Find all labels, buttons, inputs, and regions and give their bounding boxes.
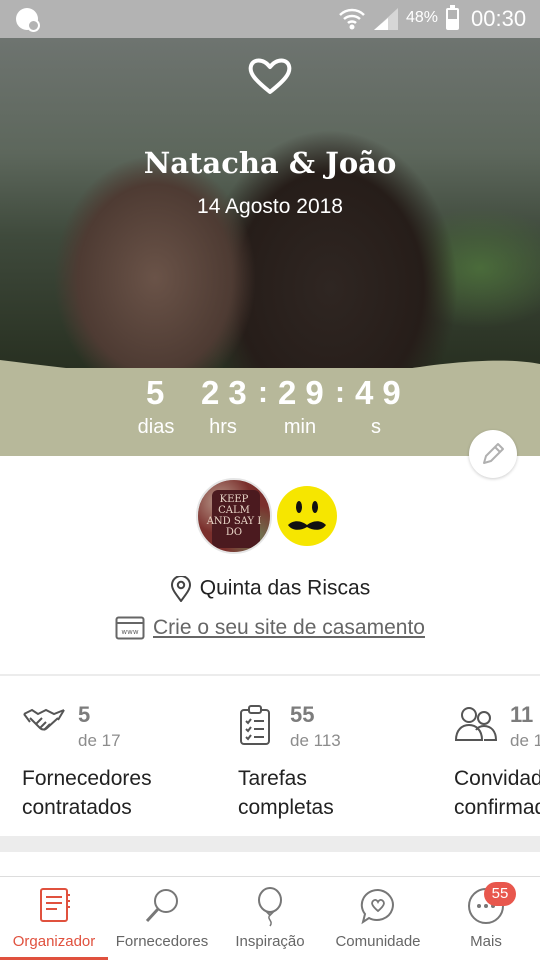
venue-name: Quinta das Riscas bbox=[199, 576, 371, 600]
nav-inspiration[interactable]: Inspiração bbox=[216, 877, 324, 960]
couple-names: Natacha & João bbox=[143, 146, 397, 180]
wedding-date: 14 Agosto 2018 bbox=[197, 195, 343, 218]
stat-label-line: Tarefas bbox=[238, 767, 307, 790]
stat-total: de 17 bbox=[78, 731, 121, 750]
hero-banner: Natacha & João 14 Agosto 2018 5 23 : 29 … bbox=[0, 38, 540, 456]
stat-total: de 1 bbox=[510, 731, 540, 750]
countdown-hours: 23 bbox=[201, 374, 256, 411]
countdown-separator: : bbox=[258, 376, 268, 409]
wifi-icon bbox=[339, 8, 365, 30]
notification-icon bbox=[16, 8, 40, 32]
clipboard-icon bbox=[240, 705, 270, 745]
stat-label: Fornecedores contratados bbox=[22, 764, 152, 822]
nav-community[interactable]: Comunidade bbox=[324, 877, 432, 960]
nav-organizer[interactable]: Organizador bbox=[0, 877, 108, 960]
create-website-link[interactable]: www Crie o seu site de casamento bbox=[0, 616, 540, 640]
wedding-info-card: KEEP CALM AND SAY I DO Quinta das Riscas… bbox=[0, 456, 540, 674]
stat-guests[interactable]: 11 de 1 Convidados confirmados bbox=[454, 676, 540, 836]
next-card-peek bbox=[0, 852, 540, 876]
nav-label: Comunidade bbox=[335, 933, 421, 950]
notification-badge: 55 bbox=[484, 882, 516, 906]
countdown-minutes: 29 bbox=[278, 374, 333, 411]
heart-icon bbox=[248, 58, 292, 94]
avatar-groom[interactable] bbox=[276, 485, 338, 547]
countdown-days: 5 bbox=[146, 374, 174, 411]
nav-vendors[interactable]: Fornecedores bbox=[108, 877, 216, 960]
avatar-bride[interactable]: KEEP CALM AND SAY I DO bbox=[196, 478, 272, 554]
section-divider bbox=[0, 836, 540, 852]
signal-icon bbox=[374, 8, 398, 30]
stat-tasks[interactable]: 55 de 113 Tarefas completas bbox=[238, 676, 453, 836]
venue-location[interactable]: Quinta das Riscas bbox=[0, 576, 540, 602]
stat-label-line: confirmados bbox=[454, 796, 540, 819]
countdown: 5 23 : 29 : 49 dias hrs min s bbox=[0, 374, 540, 454]
pencil-icon bbox=[483, 443, 504, 464]
nav-label: Mais bbox=[470, 933, 502, 950]
stat-label-line: Fornecedores bbox=[22, 767, 152, 790]
stat-label-line: Convidados bbox=[454, 767, 540, 790]
create-website-label: Crie o seu site de casamento bbox=[153, 616, 425, 639]
website-icon: www bbox=[115, 616, 145, 640]
stat-label: Convidados confirmados bbox=[454, 764, 540, 822]
balloon-icon bbox=[258, 887, 282, 927]
bottom-navigation: Organizador Fornecedores Inspiração Comu… bbox=[0, 876, 540, 960]
nav-label: Organizador bbox=[12, 933, 96, 950]
clock: 00:30 bbox=[471, 6, 527, 31]
svg-text:www: www bbox=[121, 628, 138, 636]
battery-percent: 48% bbox=[406, 9, 439, 26]
handshake-icon bbox=[23, 708, 65, 731]
countdown-days-label: dias bbox=[137, 416, 175, 438]
search-icon bbox=[145, 889, 178, 923]
countdown-separator: : bbox=[335, 376, 345, 409]
countdown-hours-label: hrs bbox=[209, 416, 237, 438]
stat-vendors[interactable]: 5 de 17 Fornecedores contratados bbox=[22, 676, 237, 836]
nav-label: Inspiração bbox=[235, 933, 305, 950]
stat-label-line: completas bbox=[238, 796, 334, 819]
battery-icon bbox=[446, 5, 459, 30]
guests-icon bbox=[454, 707, 498, 741]
stat-label: Tarefas completas bbox=[238, 764, 334, 822]
stat-label-line: contratados bbox=[22, 796, 132, 819]
stat-count: 11 bbox=[510, 702, 534, 727]
stat-count: 55 bbox=[290, 702, 315, 727]
stat-total: de 113 bbox=[290, 731, 341, 750]
countdown-minutes-label: min bbox=[283, 416, 317, 438]
countdown-seconds-label: s bbox=[371, 416, 381, 438]
avatar-shirt-text: KEEP CALM AND SAY I DO bbox=[206, 494, 262, 538]
planner-icon bbox=[40, 888, 70, 922]
progress-stats: 5 de 17 Fornecedores contratados 55 de 1… bbox=[0, 676, 540, 836]
chat-heart-icon bbox=[360, 888, 394, 925]
stat-count: 5 bbox=[78, 702, 91, 727]
location-pin-icon bbox=[170, 576, 191, 602]
countdown-seconds: 49 bbox=[355, 374, 410, 411]
nav-label: Fornecedores bbox=[115, 933, 209, 950]
status-bar: 48% 00:30 bbox=[0, 0, 540, 38]
edit-button[interactable] bbox=[469, 430, 517, 478]
